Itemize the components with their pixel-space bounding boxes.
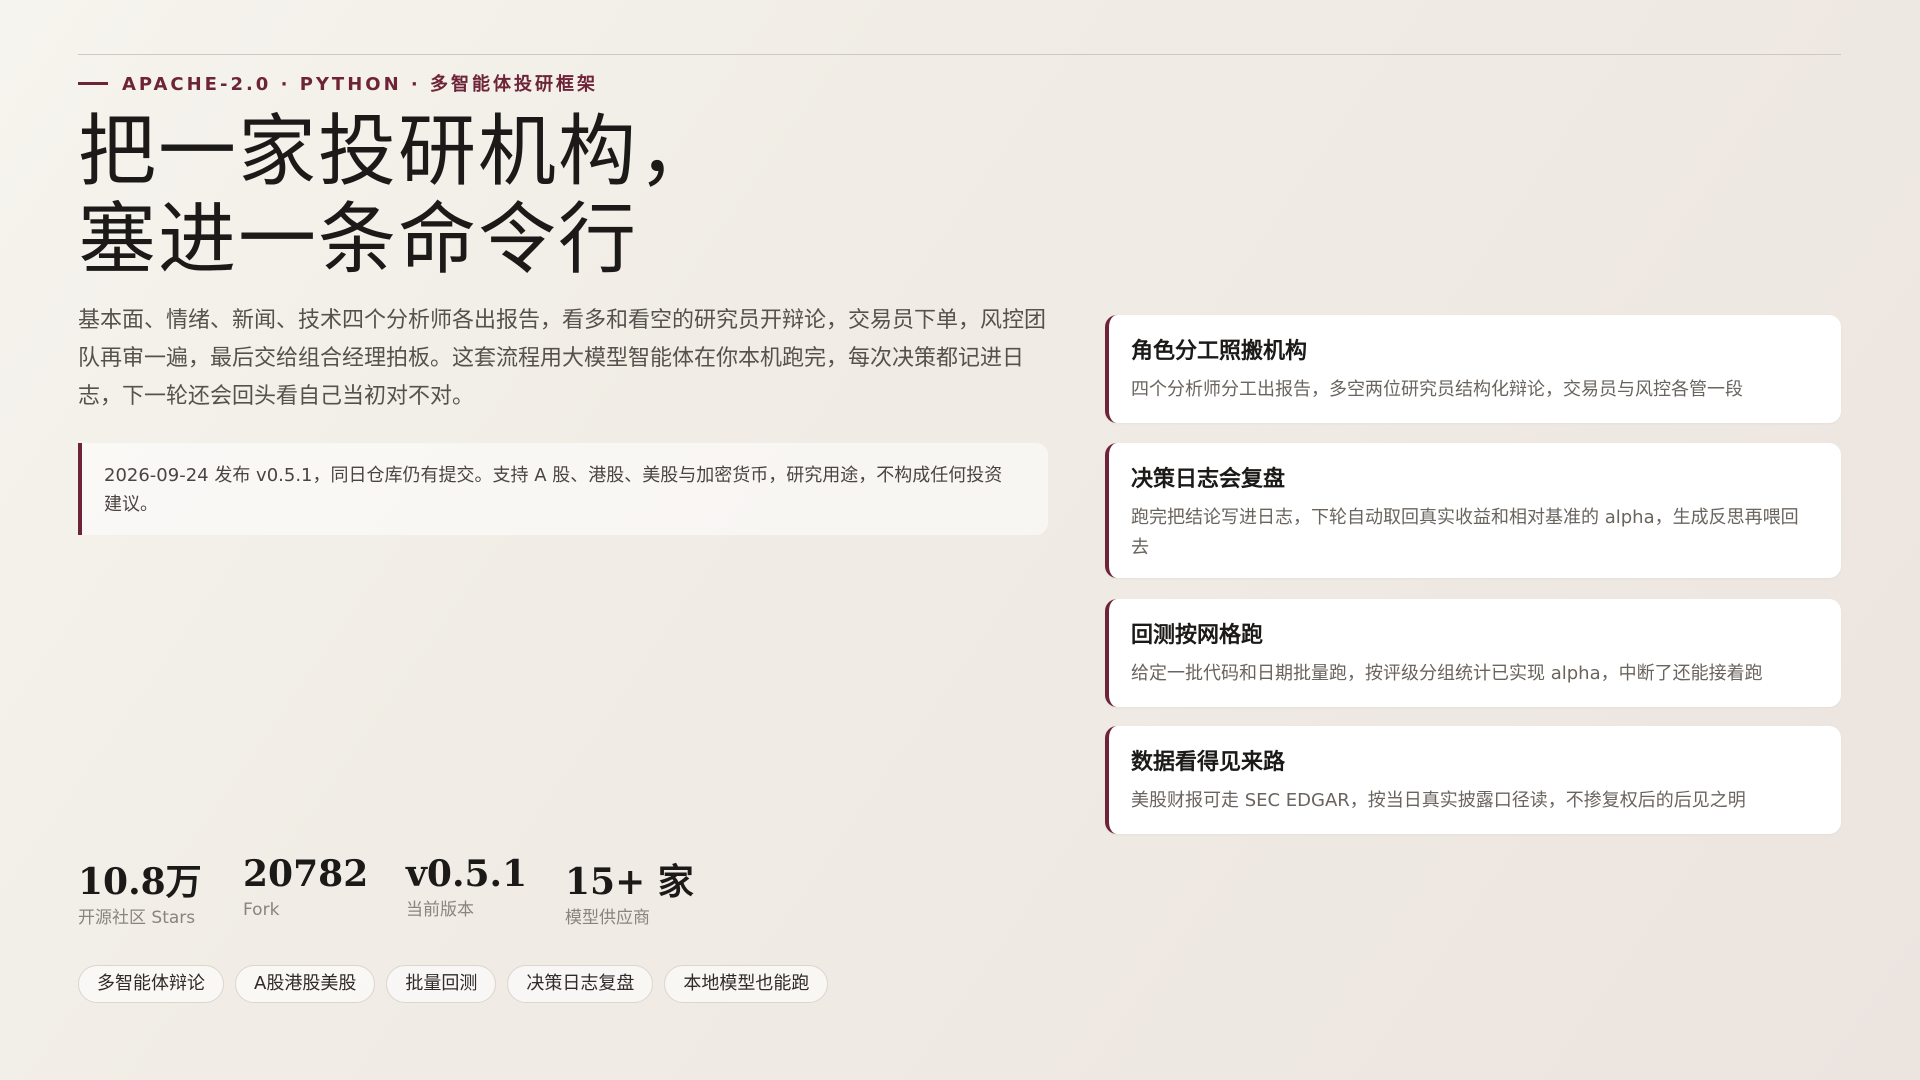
feature-card-title: 决策日志会复盘 bbox=[1131, 467, 1286, 492]
stat-label: 模型供应商 bbox=[565, 908, 650, 928]
tag-markets: A股港股美股 bbox=[235, 965, 376, 1003]
stat-value: 15+ 家 bbox=[565, 861, 694, 903]
feature-card-desc: 给定一批代码和日期批量跑，按评级分组统计已实现 alpha，中断了还能接着跑 bbox=[1131, 663, 1763, 684]
eyebrow: APACHE-2.0 · PYTHON · 多智能体投研框架 bbox=[78, 70, 598, 96]
stat-forks: 20782 Fork bbox=[243, 852, 368, 922]
stat-version: v0.5.1 当前版本 bbox=[406, 852, 527, 922]
feature-card-desc: 跑完把结论写进日志，下轮自动取回真实收益和相对基准的 alpha，生成反思再喂回… bbox=[1131, 507, 1799, 558]
feature-card-data-source: 数据看得见来路 美股财报可走 SEC EDGAR，按当日真实披露口径读，不掺复权… bbox=[1105, 726, 1841, 834]
feature-card-desc: 四个分析师分工出报告，多空两位研究员结构化辩论，交易员与风控各管一段 bbox=[1131, 379, 1743, 400]
page-title-line-2: 塞进一条命令行 bbox=[78, 195, 639, 285]
feature-card-decision-log: 决策日志会复盘 跑完把结论写进日志，下轮自动取回真实收益和相对基准的 alpha… bbox=[1105, 443, 1841, 578]
page-title-line-1: 把一家投研机构， bbox=[78, 107, 719, 197]
tag-multi-agent-debate: 多智能体辩论 bbox=[78, 965, 224, 1003]
page-title: 把一家投研机构， 塞进一条命令行 bbox=[78, 108, 718, 284]
feature-card-roles: 角色分工照搬机构 四个分析师分工出报告，多空两位研究员结构化辩论，交易员与风控各… bbox=[1105, 315, 1841, 423]
stat-label: Fork bbox=[243, 900, 280, 920]
tag-decision-log-review: 决策日志复盘 bbox=[507, 965, 654, 1003]
stat-value: 20782 bbox=[243, 853, 369, 895]
feature-card-title: 数据看得见来路 bbox=[1131, 750, 1286, 775]
feature-card-title: 角色分工照搬机构 bbox=[1131, 339, 1308, 364]
feature-card-title: 回测按网格跑 bbox=[1131, 623, 1264, 648]
intro-paragraph: 基本面、情绪、新闻、技术四个分析师各出报告，看多和看空的研究员开辩论，交易员下单… bbox=[78, 308, 1047, 409]
stat-value: v0.5.1 bbox=[406, 853, 528, 895]
top-divider bbox=[78, 54, 1841, 55]
release-note: 2026-09-24 发布 v0.5.1，同日仓库仍有提交。支持 A 股、港股、… bbox=[78, 443, 1048, 535]
tag-local-models: 本地模型也能跑 bbox=[664, 965, 829, 1003]
feature-card-desc: 美股财报可走 SEC EDGAR，按当日真实披露口径读，不掺复权后的后见之明 bbox=[1131, 790, 1746, 811]
tag-list: 多智能体辩论 A股港股美股 批量回测 决策日志复盘 本地模型也能跑 bbox=[78, 965, 829, 1003]
stat-stars: 10.8万 开源社区 Stars bbox=[78, 860, 202, 930]
stat-value: 10.8万 bbox=[78, 861, 202, 903]
eyebrow-dash bbox=[78, 81, 108, 85]
stat-providers: 15+ 家 模型供应商 bbox=[565, 860, 694, 930]
stat-label: 当前版本 bbox=[406, 900, 474, 920]
stat-label: 开源社区 Stars bbox=[78, 908, 196, 928]
tag-batch-backtest: 批量回测 bbox=[386, 965, 497, 1003]
eyebrow-text: APACHE-2.0 · PYTHON · 多智能体投研框架 bbox=[122, 74, 599, 95]
feature-card-backtest: 回测按网格跑 给定一批代码和日期批量跑，按评级分组统计已实现 alpha，中断了… bbox=[1105, 599, 1841, 707]
